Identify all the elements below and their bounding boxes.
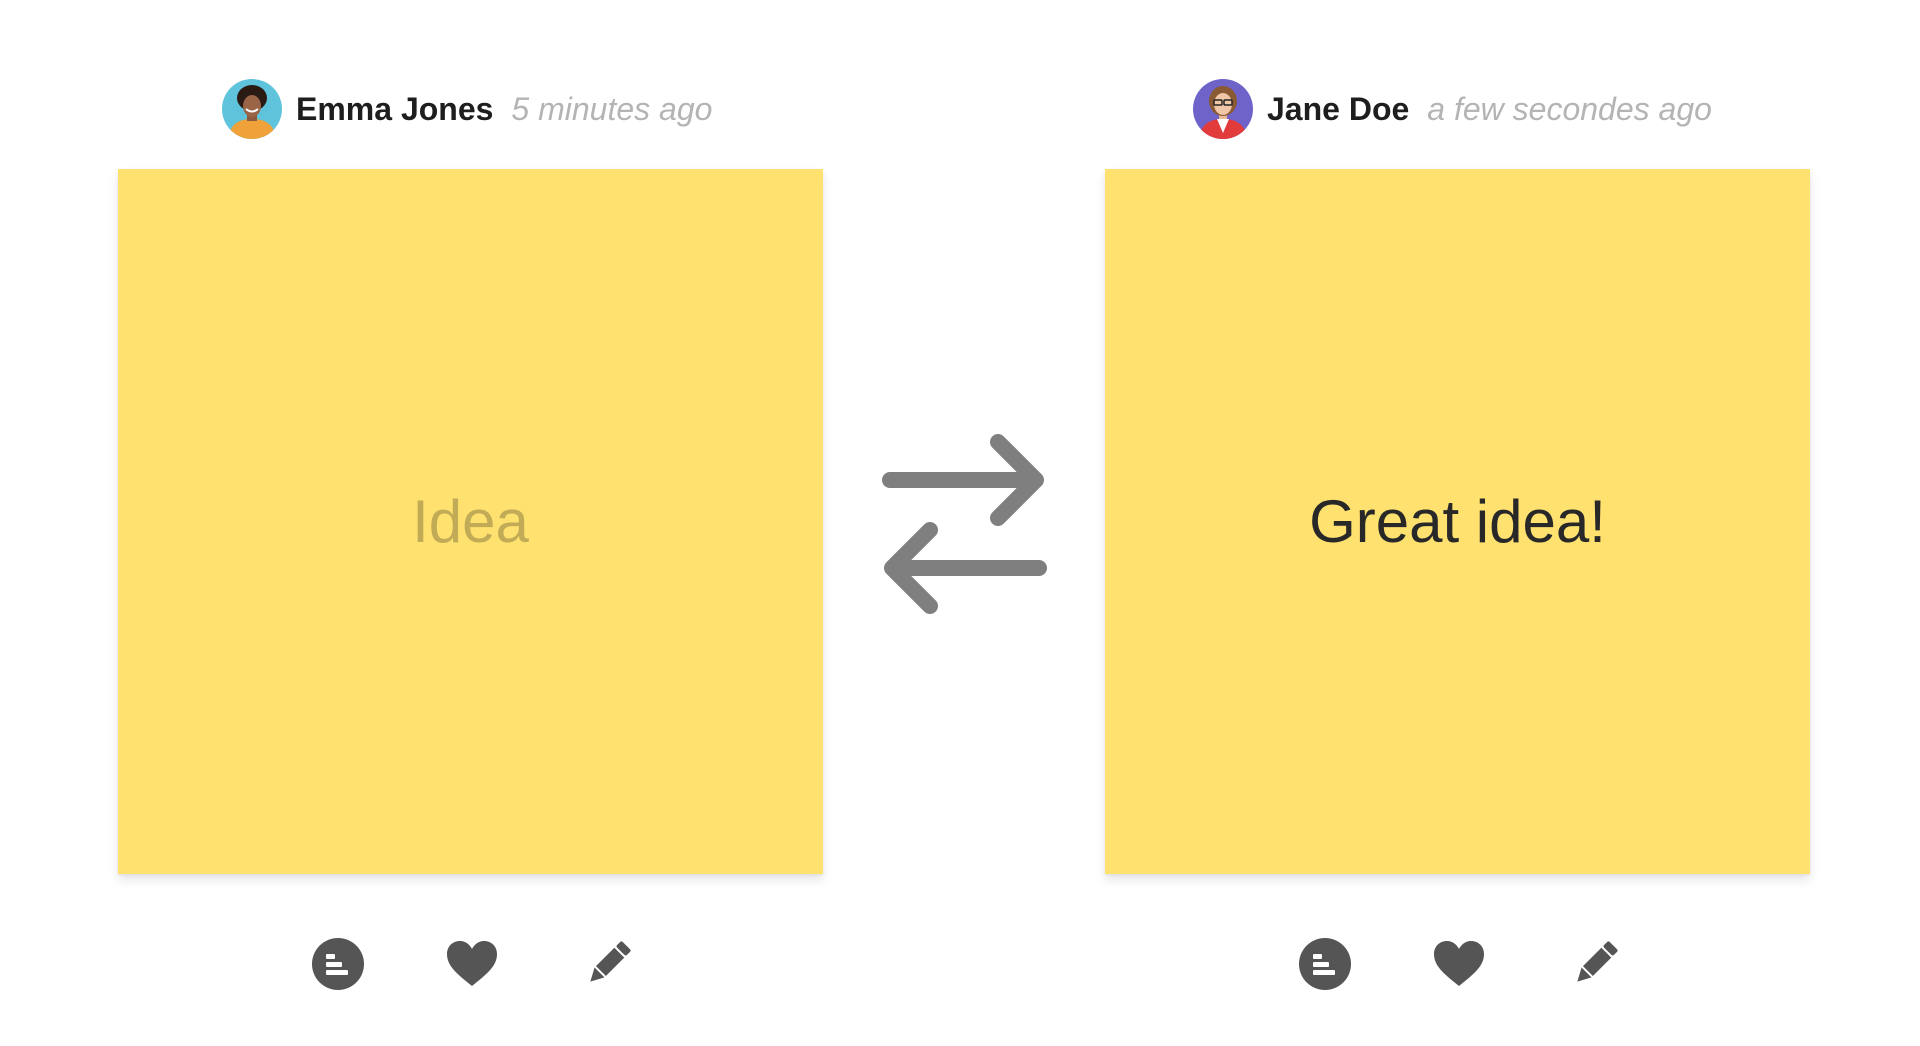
comparison-stage: Emma Jones 5 minutes ago Idea Jane Doe a… (0, 0, 1920, 1046)
note-text: Idea (412, 488, 529, 555)
comment-button[interactable] (310, 936, 366, 992)
author-name: Emma Jones (296, 90, 494, 127)
left-note-header: Emma Jones 5 minutes ago (222, 78, 712, 140)
like-button[interactable] (1431, 936, 1487, 992)
heart-icon (1434, 941, 1484, 986)
swap-arrows-icon (882, 434, 1047, 614)
avatar (222, 79, 282, 139)
heart-icon (447, 941, 497, 986)
pencil-icon (590, 941, 631, 982)
timestamp: 5 minutes ago (511, 90, 713, 127)
right-note-actions (1297, 936, 1697, 992)
avatar (1193, 79, 1253, 139)
note-text: Great idea! (1309, 488, 1606, 555)
comment-icon (1299, 938, 1351, 990)
right-sticky-note[interactable]: Great idea! (1105, 169, 1810, 874)
comment-button[interactable] (1297, 936, 1353, 992)
pencil-icon (1577, 941, 1618, 982)
left-note-actions (310, 936, 710, 992)
like-button[interactable] (444, 936, 500, 992)
edit-button[interactable] (580, 936, 636, 992)
right-note-header: Jane Doe a few secondes ago (1193, 78, 1712, 140)
comment-icon (312, 938, 364, 990)
left-sticky-note[interactable]: Idea (118, 169, 823, 874)
author-name: Jane Doe (1267, 90, 1410, 127)
timestamp: a few secondes ago (1427, 90, 1712, 127)
edit-button[interactable] (1567, 936, 1623, 992)
